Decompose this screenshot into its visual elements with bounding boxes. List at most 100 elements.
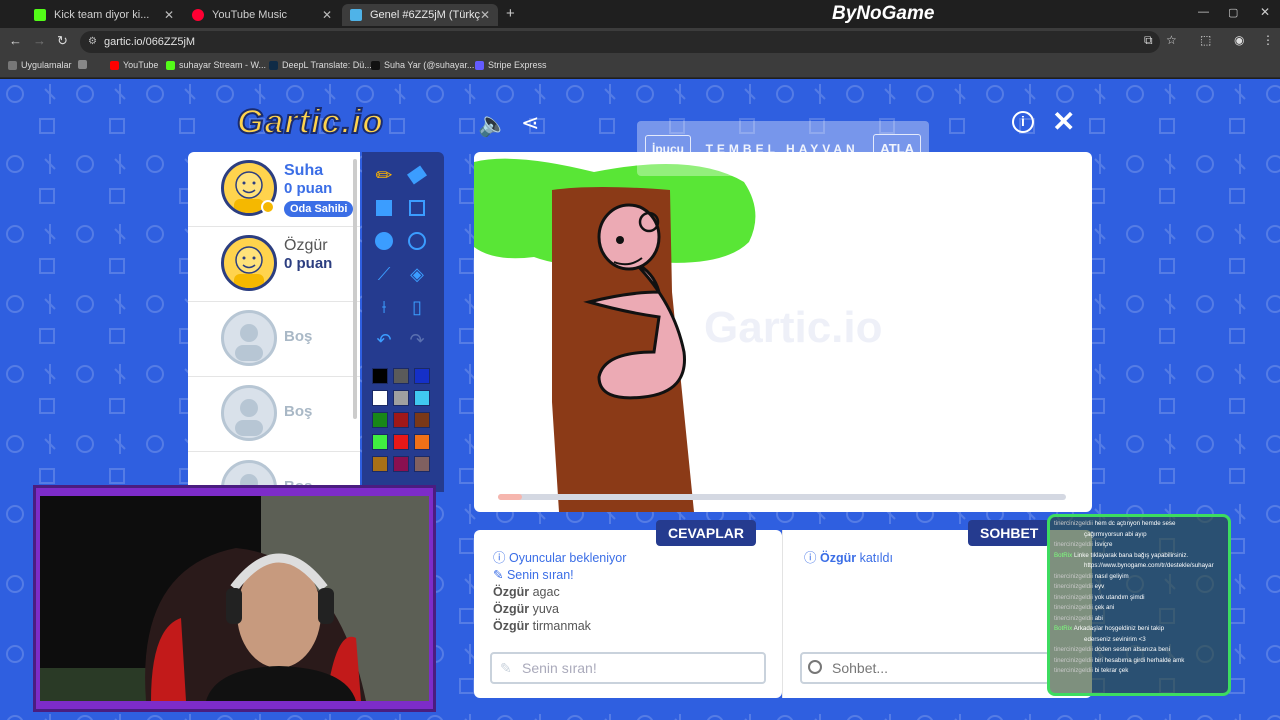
bookmark-youtube[interactable]: YouTube (110, 60, 158, 70)
player-list-scrollbar[interactable] (353, 159, 357, 419)
pencil-icon: ✎ (493, 568, 507, 582)
color-swatch[interactable] (372, 434, 388, 450)
install-icon[interactable]: ⧉ (1144, 33, 1153, 48)
menu-icon[interactable]: ⋮ (1262, 33, 1274, 47)
browser-toolbar: ← → ↻ ⚙ gartic.io/066ZZ5jM ⧉ ☆ ⬚ ◉ ⋮ (0, 28, 1280, 56)
grid-icon (78, 60, 87, 69)
info-icon: ⓘ (493, 551, 509, 565)
forward-icon[interactable]: → (33, 33, 46, 48)
hint-button[interactable]: İpucu (645, 134, 691, 163)
restore-button[interactable]: ▢ (1228, 6, 1238, 19)
share-icon[interactable]: ⋖ (521, 110, 539, 136)
bookmark-apps[interactable]: Uygulamalar (8, 60, 72, 70)
redo-tool-icon[interactable]: ↷ (402, 325, 432, 355)
gartic-icon (350, 9, 362, 21)
profile-icon[interactable]: ◉ (1234, 33, 1244, 47)
bookmark-kick[interactable]: suhayar Stream - W... (166, 60, 266, 70)
color-swatch[interactable] (393, 412, 409, 428)
exit-icon[interactable]: ✕ (1052, 105, 1075, 138)
pencil-tool-icon[interactable]: ✏ (369, 160, 399, 190)
color-swatch[interactable] (372, 456, 388, 472)
online-dot (261, 200, 275, 214)
message-user: Özgür (819, 551, 857, 565)
chat-line: tinercinizgeldii biri hesabıma girdi her… (1054, 656, 1224, 667)
new-tab-button[interactable]: + (506, 5, 515, 22)
list-item: Özgür tirmanmak (493, 618, 626, 635)
color-swatch[interactable] (414, 456, 430, 472)
empty-slot: Boş (188, 302, 360, 377)
player-name: Suha (284, 162, 324, 179)
list-item: ✎ Senin sıran! (493, 567, 626, 584)
chat-text: nasıl geliyim (1094, 572, 1129, 580)
color-swatch[interactable] (393, 368, 409, 384)
line-tool-icon[interactable]: ⟋ (369, 259, 399, 289)
close-icon[interactable]: ✕ (322, 8, 332, 22)
close-icon[interactable]: ✕ (480, 8, 490, 22)
gartic-logo[interactable]: Gartic.io (236, 102, 384, 142)
message-text: katıldı (859, 551, 893, 565)
bookmark-grid[interactable] (78, 60, 91, 69)
address-bar[interactable]: ⚙ gartic.io/066ZZ5jM (80, 31, 1160, 53)
chat-user: BotRix (1054, 551, 1073, 559)
color-swatch[interactable] (393, 456, 409, 472)
circle-tool-icon[interactable] (402, 226, 432, 256)
tab-title: Kick team diyor ki... (54, 9, 150, 21)
site-info-icon[interactable]: ⚙ (88, 31, 97, 53)
player-row[interactable]: Suha 0 puan Oda Sahibi (188, 152, 360, 227)
webcam-feed (40, 496, 429, 701)
tab-youtube-music[interactable]: YouTube Music ✕ (184, 4, 340, 26)
color-swatch[interactable] (414, 390, 430, 406)
undo-tool-icon[interactable]: ↶ (369, 325, 399, 355)
bookmark-stripe[interactable]: Stripe Express (475, 60, 547, 70)
filled-circle-tool-icon[interactable] (369, 226, 399, 256)
color-swatch[interactable] (414, 368, 430, 384)
chat-line: https://www.bynogame.com/tr/destekle/suh… (1054, 561, 1224, 572)
eraser-tool-icon[interactable] (402, 160, 432, 190)
back-icon[interactable]: ← (9, 33, 22, 48)
rect-tool-icon[interactable] (402, 193, 432, 223)
bookmark-tiktok[interactable]: Suha Yar (@suhayar... (371, 60, 474, 70)
reload-icon[interactable]: ↻ (57, 33, 68, 49)
color-swatch[interactable] (393, 434, 409, 450)
bookmark-deepl[interactable]: DeepL Translate: Dü... (269, 60, 372, 70)
list-item: ⓘ Özgür katıldı (804, 550, 893, 567)
color-swatch[interactable] (372, 368, 388, 384)
info-icon[interactable]: i (1012, 111, 1034, 133)
message-text: yuva (532, 602, 559, 616)
tab-gartic[interactable]: Genel #6ZZ5jM (Türkçe) - Gartic ✕ (342, 4, 498, 26)
extensions-icon[interactable]: ⬚ (1200, 33, 1211, 47)
chat-text: bi tekrar çek (1094, 667, 1129, 674)
info-icon: ⓘ (804, 551, 820, 565)
close-icon[interactable]: ✕ (164, 8, 174, 22)
fill-bucket-tool-icon[interactable]: ◈ (402, 259, 432, 289)
skip-button[interactable]: ATLA (873, 134, 921, 163)
chat-text: Arkadaşlar hoşgeldiniz beni takip (1073, 625, 1165, 632)
url-text: gartic.io/066ZZ5jM (104, 36, 196, 48)
minimize-button[interactable]: — (1198, 6, 1209, 18)
eyedropper-tool-icon[interactable]: ⟊ (369, 292, 399, 322)
tab-kick[interactable]: Kick team diyor ki... ✕ (26, 4, 182, 26)
empty-avatar-icon (221, 310, 277, 366)
color-swatch[interactable] (414, 434, 430, 450)
drawing-canvas[interactable]: Gartic.io (474, 152, 1092, 512)
color-swatch[interactable] (372, 412, 388, 428)
player-score: 0 puan (284, 255, 333, 272)
color-swatch[interactable] (393, 390, 409, 406)
chat-input[interactable]: Sohbet... (800, 652, 1050, 684)
close-window-button[interactable]: ✕ (1260, 5, 1270, 19)
player-row[interactable]: Özgür 0 puan (188, 227, 360, 302)
chat-placeholder: Sohbet... (832, 660, 889, 676)
answers-panel: CEVAPLAR ⓘ Oyuncular bekleniyor ✎ Senin … (474, 520, 782, 698)
color-swatch[interactable] (372, 390, 388, 406)
answer-input[interactable]: ✎ Senin sıran! (490, 652, 766, 684)
bookmark-star-icon[interactable]: ☆ (1166, 33, 1177, 47)
chat-text: biri hesabıma girdi herhalde amk (1094, 656, 1185, 664)
color-swatch[interactable] (414, 412, 430, 428)
sound-icon[interactable]: 🔈 (478, 110, 508, 139)
list-item: Özgür agac (493, 584, 626, 601)
chat-line: tinercinizgeldii İsviçre (1054, 540, 1224, 551)
filled-rect-tool-icon[interactable] (369, 193, 399, 223)
new-page-tool-icon[interactable]: ▯ (402, 292, 432, 322)
avatar (221, 235, 277, 291)
chat-line: ederseniz sevinirim <3 (1054, 635, 1224, 646)
